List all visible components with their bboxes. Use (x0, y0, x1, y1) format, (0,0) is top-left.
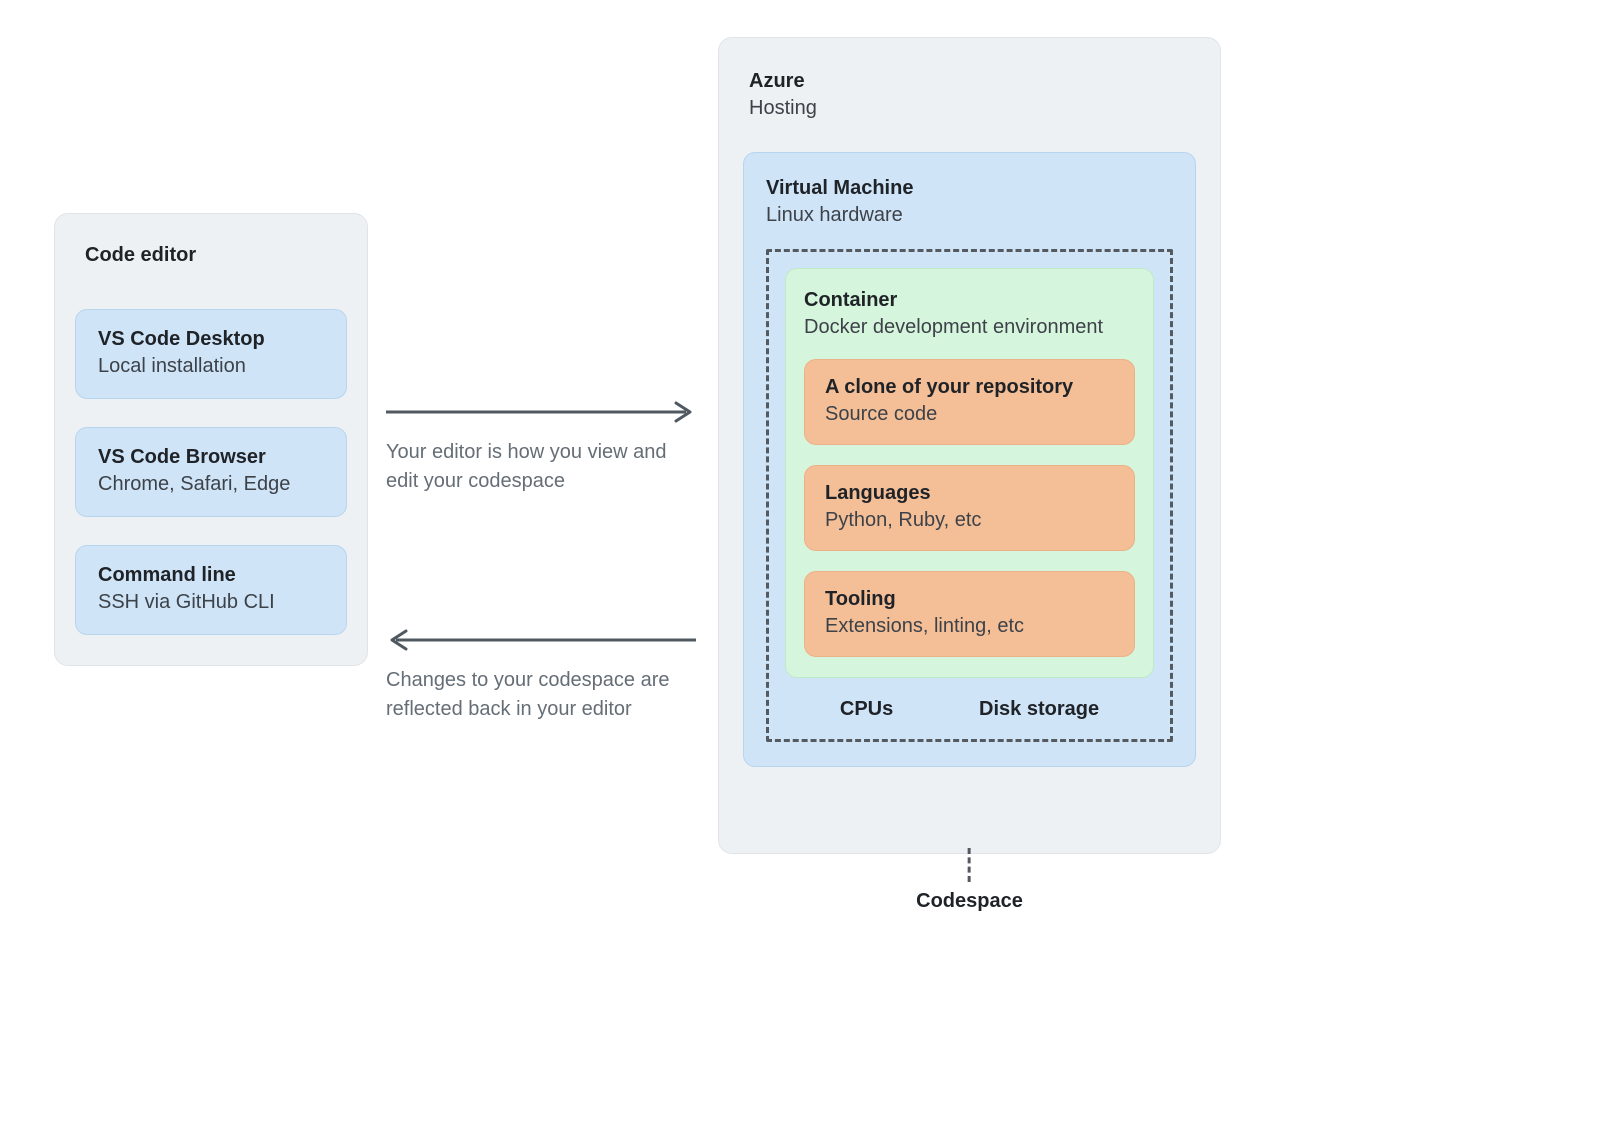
card-title: VS Code Desktop (98, 326, 324, 353)
editor-card-vscode-browser: VS Code Browser Chrome, Safari, Edge (75, 427, 347, 517)
container-item-repo: A clone of your repository Source code (804, 359, 1135, 445)
arrow-right-icon (386, 400, 696, 424)
codespace-dashed-box: Container Docker development environment… (766, 249, 1173, 742)
card-subtitle: SSH via GitHub CLI (98, 589, 324, 616)
card-title: VS Code Browser (98, 444, 324, 471)
card-subtitle: Chrome, Safari, Edge (98, 471, 324, 498)
codespace-label: Codespace (916, 890, 1023, 913)
item-subtitle: Extensions, linting, etc (825, 613, 1114, 640)
resource-disk: Disk storage (979, 698, 1099, 721)
arrow-left-icon (386, 628, 696, 652)
codespace-connector: Codespace (916, 848, 1023, 913)
card-subtitle: Local installation (98, 353, 324, 380)
container-item-tooling: Tooling Extensions, linting, etc (804, 571, 1135, 657)
container-subtitle: Docker development environment (804, 314, 1135, 341)
container-box: Container Docker development environment… (785, 268, 1154, 678)
dashed-connector-line (968, 848, 971, 882)
container-item-languages: Languages Python, Ruby, etc (804, 465, 1135, 551)
arrow-from-codespace: Changes to your codespace are reflected … (386, 628, 716, 724)
arrow-caption: Your editor is how you view and edit you… (386, 438, 696, 496)
vm-title: Virtual Machine (766, 175, 1173, 202)
arrow-caption: Changes to your codespace are reflected … (386, 666, 696, 724)
virtual-machine-box: Virtual Machine Linux hardware Container… (743, 152, 1196, 767)
container-title: Container (804, 287, 1135, 314)
arrow-to-codespace: Your editor is how you view and edit you… (386, 400, 716, 496)
item-title: A clone of your repository (825, 374, 1114, 401)
resource-cpus: CPUs (840, 698, 893, 721)
azure-title: Azure (749, 68, 1196, 95)
vm-subtitle: Linux hardware (766, 202, 1173, 229)
editor-card-command-line: Command line SSH via GitHub CLI (75, 545, 347, 635)
item-title: Languages (825, 480, 1114, 507)
code-editor-panel: Code editor VS Code Desktop Local instal… (54, 213, 368, 666)
azure-subtitle: Hosting (749, 95, 1196, 122)
card-title: Command line (98, 562, 324, 589)
code-editor-title: Code editor (85, 244, 347, 267)
item-subtitle: Python, Ruby, etc (825, 507, 1114, 534)
vm-resources-row: CPUs Disk storage (785, 698, 1154, 721)
item-title: Tooling (825, 586, 1114, 613)
codespaces-architecture-diagram: Code editor VS Code Desktop Local instal… (0, 0, 1600, 1144)
azure-panel: Azure Hosting Virtual Machine Linux hard… (718, 37, 1221, 854)
item-subtitle: Source code (825, 401, 1114, 428)
editor-card-vscode-desktop: VS Code Desktop Local installation (75, 309, 347, 399)
